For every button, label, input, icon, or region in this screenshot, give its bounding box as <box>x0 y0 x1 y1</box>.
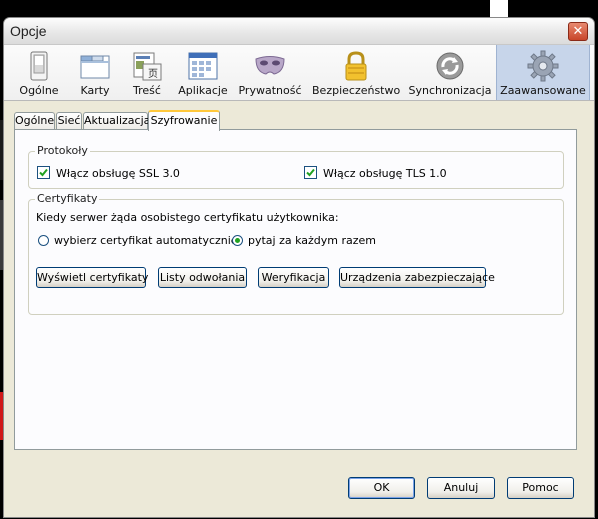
tab-label: Ogólne <box>15 114 55 127</box>
window-title: Opcje <box>10 23 47 39</box>
pane-label: Aplikacje <box>178 84 228 97</box>
auto-select-radio[interactable] <box>38 235 49 246</box>
tab-update[interactable]: Aktualizacja <box>83 112 151 130</box>
pane-general[interactable]: Ogólne <box>4 45 74 100</box>
tls-checkbox-row[interactable]: Włącz obsługę TLS 1.0 <box>304 166 447 180</box>
pane-sync[interactable]: Synchronizacja <box>408 45 492 100</box>
pane-content[interactable]: 页 Treść <box>124 45 170 100</box>
cancel-button[interactable]: Anuluj <box>427 477 495 499</box>
pane-advanced[interactable]: Zaawansowane <box>496 45 590 100</box>
pane-privacy[interactable]: Prywatność <box>238 45 302 100</box>
verification-button[interactable]: Weryfikacja <box>258 267 329 288</box>
ok-button[interactable]: OK <box>348 477 415 499</box>
tab-network[interactable]: Sieć <box>56 112 82 130</box>
ssl-checkbox[interactable] <box>37 166 50 179</box>
applications-icon <box>188 52 218 80</box>
svg-text:页: 页 <box>148 68 158 80</box>
general-switch-icon <box>30 51 48 81</box>
title-bar[interactable]: Opcje ✕ <box>4 18 594 45</box>
encryption-panel: Protokoły Włącz obsługę SSL 3.0 Włącz ob… <box>14 129 577 450</box>
tls-label: Włącz obsługę TLS 1.0 <box>323 167 447 180</box>
pane-security[interactable]: Bezpieczeństwo <box>312 45 400 100</box>
tab-label: Aktualizacja <box>84 114 151 127</box>
pane-applications[interactable]: Aplikacje <box>176 45 230 100</box>
pane-tabs[interactable]: Karty <box>74 45 116 100</box>
certificate-prompt: Kiedy serwer żąda osobistego certyfikatu… <box>36 211 339 224</box>
certificates-legend: Certyfikaty <box>35 192 100 205</box>
tab-label: Sieć <box>57 114 81 127</box>
security-padlock-icon <box>345 51 367 81</box>
options-dialog: Opcje ✕ Ogólne Karty 页 Treść Aplikacje P… <box>4 18 594 517</box>
view-certificates-button[interactable]: Wyświetl certyfikaty <box>36 267 148 288</box>
close-icon: ✕ <box>572 24 584 39</box>
pane-label: Prywatność <box>238 84 302 97</box>
auto-select-label: wybierz certyfikat automatycznie <box>54 234 238 247</box>
check-icon <box>39 168 48 177</box>
pane-label: Zaawansowane <box>500 84 586 97</box>
ask-every-time-label: pytaj za każdym razem <box>248 234 377 247</box>
auto-select-radio-row[interactable]: wybierz certyfikat automatycznie <box>38 234 238 247</box>
privacy-mask-icon <box>255 56 285 75</box>
pane-label: Synchronizacja <box>408 84 492 97</box>
ask-every-time-radio[interactable] <box>232 235 243 246</box>
ssl-checkbox-row[interactable]: Włącz obsługę SSL 3.0 <box>37 166 180 180</box>
content-page-icon: 页 <box>133 52 162 81</box>
certificates-group: Certyfikaty Kiedy serwer żąda osobistego… <box>28 192 564 315</box>
close-button[interactable]: ✕ <box>568 22 588 41</box>
security-devices-button[interactable]: Urządzenia zabezpieczające <box>339 267 495 288</box>
tls-checkbox[interactable] <box>304 166 317 179</box>
sync-icon <box>436 52 464 80</box>
advanced-gear-icon <box>527 50 559 82</box>
check-icon <box>306 168 315 177</box>
tabs-window-icon <box>80 55 110 79</box>
pane-label: Ogólne <box>19 84 59 97</box>
pane-label: Karty <box>80 84 110 97</box>
ask-every-time-radio-row[interactable]: pytaj za każdym razem <box>232 234 376 247</box>
pane-label: Treść <box>133 84 161 97</box>
tab-label: Szyfrowanie <box>150 114 218 127</box>
protocols-group: Protokoły Włącz obsługę SSL 3.0 Włącz ob… <box>28 144 564 189</box>
help-button[interactable]: Pomoc <box>507 477 574 499</box>
ssl-label: Włącz obsługę SSL 3.0 <box>56 167 180 180</box>
revocation-lists-button[interactable]: Listy odwołania <box>158 267 247 288</box>
pane-label: Bezpieczeństwo <box>312 84 401 97</box>
preferences-toolbar: Ogólne Karty 页 Treść Aplikacje Prywatnoś… <box>4 45 594 101</box>
background-window-corner <box>490 0 508 18</box>
protocols-legend: Protokoły <box>35 144 90 157</box>
tab-general[interactable]: Ogólne <box>14 112 55 130</box>
tab-encryption[interactable]: Szyfrowanie <box>148 110 220 131</box>
